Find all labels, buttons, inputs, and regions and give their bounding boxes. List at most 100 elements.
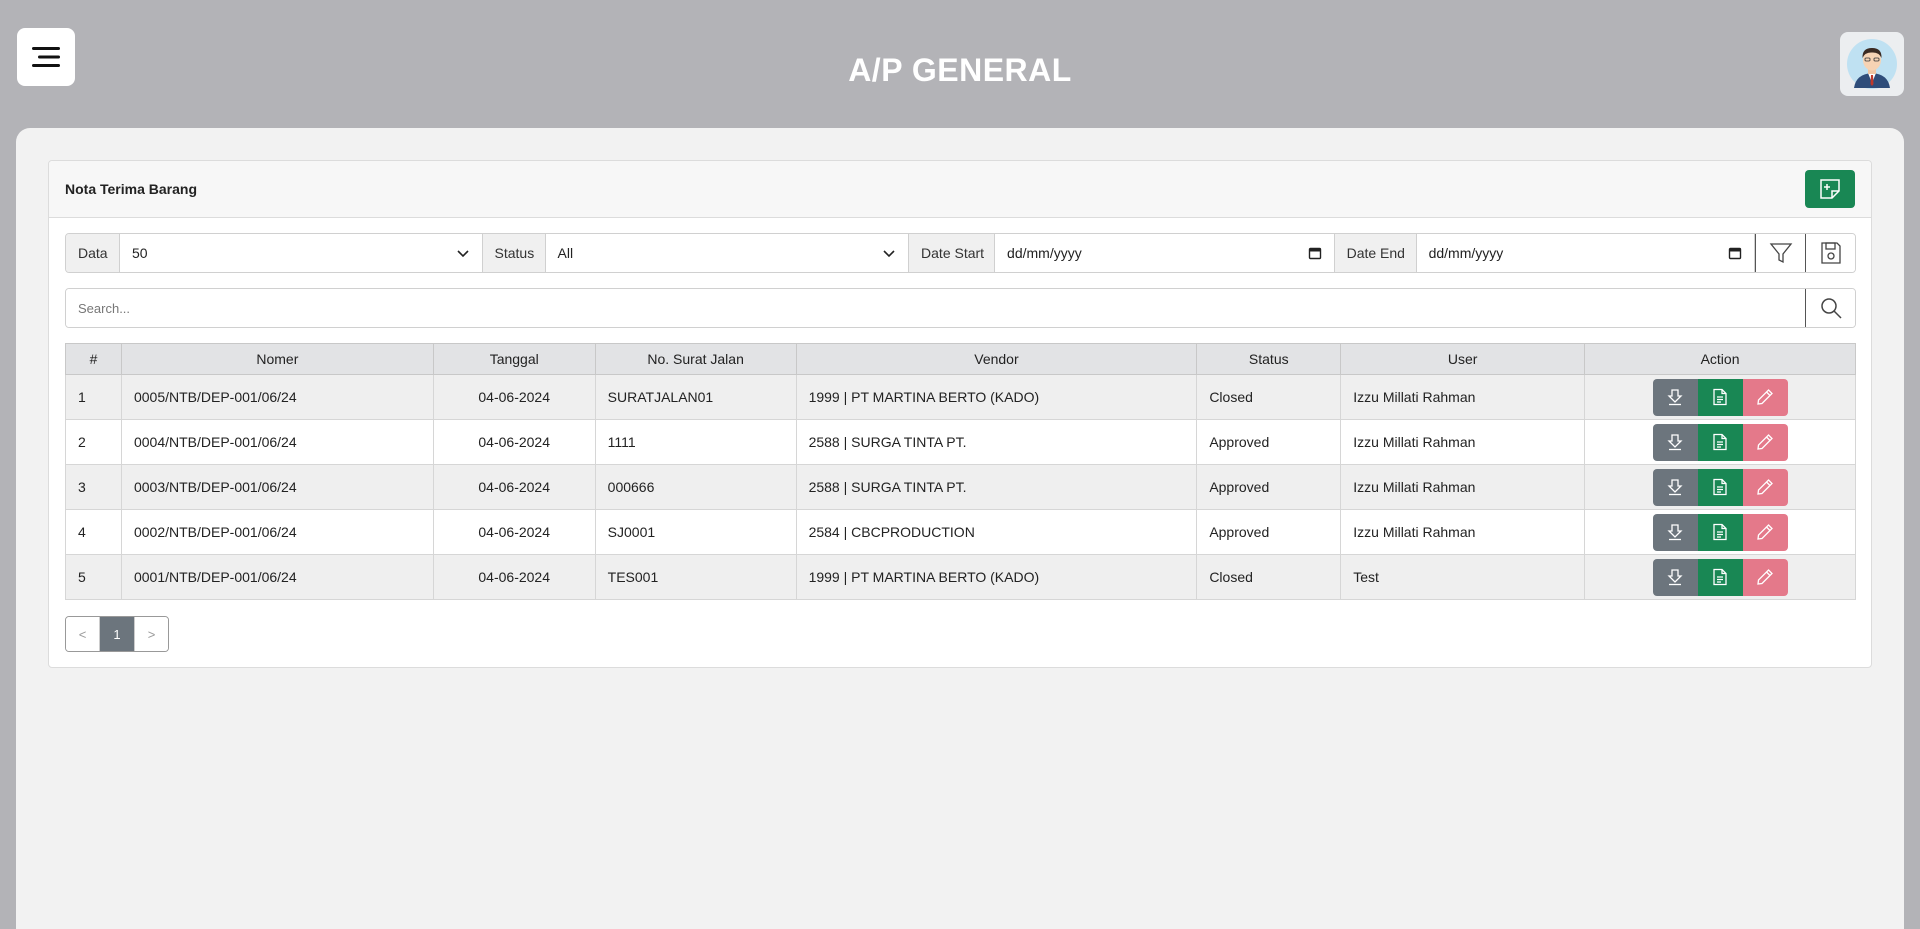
table-header-row: # Nomer Tanggal No. Surat Jalan Vendor S… [65,343,1856,375]
download-button[interactable] [1652,468,1698,506]
cell-status: Approved [1196,464,1342,510]
date-end-value: dd/mm/yyyy [1428,245,1504,261]
filter-bar: Data 50 Status All Date Start dd/mm/yyyy… [65,233,1856,273]
view-document-button[interactable] [1697,513,1743,551]
cell-vendor: 2584 | CBCPRODUCTION [795,509,1198,555]
edit-button[interactable] [1742,513,1788,551]
cell-nomer: 0003/NTB/DEP-001/06/24 [120,464,434,510]
edit-icon [1757,524,1773,540]
cell-vendor: 1999 | PT MARTINA BERTO (KADO) [795,374,1198,420]
cell-tanggal: 04-06-2024 [432,419,596,465]
cell-nomer: 0002/NTB/DEP-001/06/24 [120,509,434,555]
view-document-button[interactable] [1697,558,1743,596]
view-document-button[interactable] [1697,423,1743,461]
cell-action [1584,419,1856,465]
download-icon [1667,479,1683,496]
status-select[interactable]: All [545,234,910,272]
download-button[interactable] [1652,378,1698,416]
col-header-vendor[interactable]: Vendor [795,343,1198,375]
table-row[interactable]: 2 0004/NTB/DEP-001/06/24 04-06-2024 1111… [65,419,1856,465]
col-header-surat-jalan[interactable]: No. Surat Jalan [594,343,797,375]
cell-user: Test [1340,554,1586,600]
cell-surat-jalan: SURATJALAN01 [594,374,797,420]
view-document-button[interactable] [1697,378,1743,416]
page-1-button[interactable]: 1 [100,617,134,651]
table-row[interactable]: 4 0002/NTB/DEP-001/06/24 04-06-2024 SJ00… [65,509,1856,555]
pagination: < 1 > [65,616,169,652]
cell-vendor: 1999 | PT MARTINA BERTO (KADO) [795,554,1198,600]
cell-nomer: 0001/NTB/DEP-001/06/24 [120,554,434,600]
chevron-down-icon [883,250,895,258]
date-end-label: Date End [1334,234,1417,272]
cell-surat-jalan: SJ0001 [594,509,797,555]
search-button[interactable] [1805,289,1855,327]
date-end-input[interactable]: dd/mm/yyyy [1416,234,1756,272]
search-input[interactable] [66,289,1805,327]
page-prev-button[interactable]: < [66,617,100,651]
search-icon [1820,298,1842,319]
view-document-button[interactable] [1697,468,1743,506]
cell-status: Closed [1196,374,1342,420]
status-label: Status [482,234,546,272]
col-header-status[interactable]: Status [1196,343,1342,375]
cell-nomer: 0004/NTB/DEP-001/06/24 [120,419,434,465]
col-header-user[interactable]: User [1340,343,1586,375]
page-title: A/P GENERAL [848,52,1072,88]
table-row[interactable]: 1 0005/NTB/DEP-001/06/24 04-06-2024 SURA… [65,374,1856,420]
date-start-input[interactable]: dd/mm/yyyy [995,234,1335,272]
edit-button[interactable] [1742,468,1788,506]
col-header-action: Action [1584,343,1856,375]
new-note-icon [1820,179,1840,199]
download-icon [1667,569,1683,586]
nota-table: # Nomer Tanggal No. Surat Jalan Vendor S… [65,343,1856,600]
cell-tanggal: 04-06-2024 [432,374,596,420]
cell-user: Izzu Millati Rahman [1340,464,1586,510]
cell-no: 2 [65,419,122,465]
filter-button[interactable] [1755,234,1806,272]
cell-surat-jalan: 1111 [594,419,797,465]
cell-action [1584,554,1856,600]
document-icon [1713,433,1727,451]
download-button[interactable] [1652,423,1698,461]
document-icon [1713,568,1727,586]
cell-user: Izzu Millati Rahman [1340,419,1586,465]
page-next-button[interactable]: > [134,617,168,651]
cell-status: Closed [1196,554,1342,600]
date-start-label: Date Start [909,234,996,272]
col-header-no[interactable]: # [65,343,122,375]
filter-icon [1769,243,1792,264]
table-row[interactable]: 5 0001/NTB/DEP-001/06/24 04-06-2024 TES0… [65,554,1856,600]
cell-action [1584,464,1856,510]
cell-no: 3 [65,464,122,510]
user-avatar-button[interactable] [1840,32,1904,96]
add-note-button[interactable] [1805,170,1855,208]
save-filter-button[interactable] [1805,234,1855,272]
download-button[interactable] [1652,558,1698,596]
cell-no: 4 [65,509,122,555]
table-row[interactable]: 3 0003/NTB/DEP-001/06/24 04-06-2024 0006… [65,464,1856,510]
calendar-icon[interactable] [1728,246,1742,260]
cell-vendor: 2588 | SURGA TINTA PT. [795,419,1198,465]
edit-icon [1757,389,1773,405]
col-header-tanggal[interactable]: Tanggal [432,343,596,375]
edit-button[interactable] [1742,558,1788,596]
edit-button[interactable] [1742,423,1788,461]
download-button[interactable] [1652,513,1698,551]
document-icon [1713,478,1727,496]
cell-tanggal: 04-06-2024 [432,554,596,600]
edit-button[interactable] [1742,378,1788,416]
cell-no: 5 [65,554,122,600]
col-header-nomer[interactable]: Nomer [120,343,434,375]
document-icon [1713,523,1727,541]
document-icon [1713,388,1727,406]
calendar-icon[interactable] [1308,246,1322,260]
cell-action [1584,509,1856,555]
cell-status: Approved [1196,509,1342,555]
user-avatar-icon [1847,39,1897,89]
nota-terima-barang-card: Nota Terima Barang Data 50 Status All Da… [48,160,1872,668]
cell-surat-jalan: 000666 [594,464,797,510]
cell-no: 1 [65,374,122,420]
cell-surat-jalan: TES001 [594,554,797,600]
cell-tanggal: 04-06-2024 [432,464,596,510]
data-count-select[interactable]: 50 [120,234,483,272]
